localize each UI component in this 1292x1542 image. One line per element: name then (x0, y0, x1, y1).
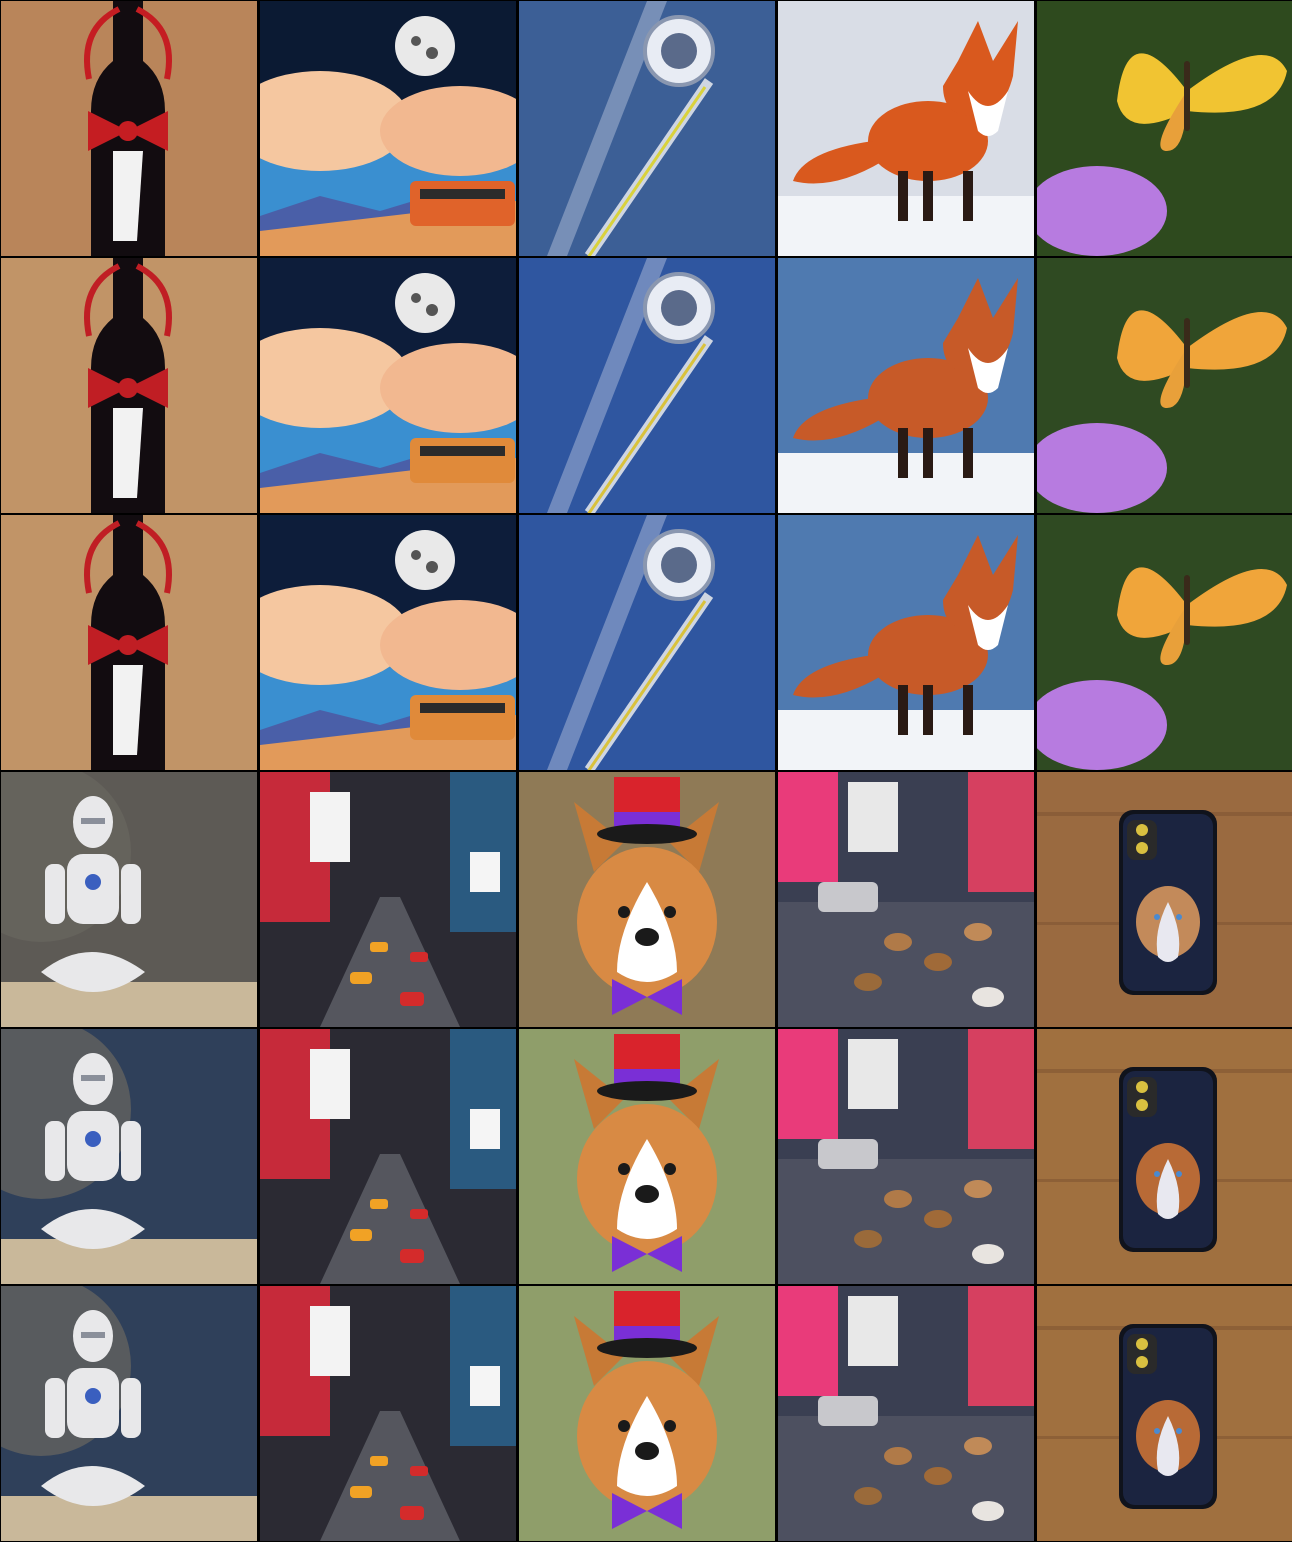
grid-image-red-fox-in-snow (778, 1, 1034, 256)
grid-image-train-under-moon-and-clouds (260, 1, 516, 256)
corgi-icon (519, 1286, 775, 1541)
grid-image-robot-sitting-in-forest (1, 1029, 257, 1284)
train-icon (260, 1, 516, 256)
grid-image-space-station-tower (519, 258, 775, 513)
wine-bottle-icon (1, 1, 257, 256)
space-station-icon (519, 515, 775, 770)
space-station-icon (519, 258, 775, 513)
grid-image-crowd-of-dogs-in-city-street (778, 1286, 1034, 1541)
train-icon (260, 515, 516, 770)
grid-image-red-fox-in-snow (778, 258, 1034, 513)
fox-icon (778, 258, 1034, 513)
grid-image-corgi-with-top-hat-and-bow-tie (519, 1286, 775, 1541)
train-icon (260, 258, 516, 513)
grid-image-robot-sitting-on-rock (1, 772, 257, 1027)
grid-image-butterfly-on-purple-flower (1037, 258, 1292, 513)
corgi-icon (519, 1029, 775, 1284)
image-grid (0, 0, 1292, 1542)
phone-case-icon (1037, 1286, 1292, 1541)
wine-bottle-icon (1, 258, 257, 513)
grid-image-butterfly-on-purple-flower (1037, 515, 1292, 770)
wine-bottle-icon (1, 515, 257, 770)
grid-image-wine-bottle-with-red-bow (1, 515, 257, 770)
grid-image-phone-case-with-dog-portrait (1037, 1286, 1292, 1541)
city-street-icon (260, 772, 516, 1027)
grid-image-red-fox-in-snow (778, 515, 1034, 770)
fox-icon (778, 1, 1034, 256)
dogs-crowd-icon (778, 1286, 1034, 1541)
robot-icon (1, 1286, 257, 1541)
city-street-icon (260, 1286, 516, 1541)
butterfly-icon (1037, 258, 1292, 513)
grid-image-phone-case-with-dog-portrait (1037, 772, 1292, 1027)
grid-image-corgi-with-top-hat-and-bow-tie (519, 772, 775, 1027)
dogs-crowd-icon (778, 772, 1034, 1027)
city-street-icon (260, 1029, 516, 1284)
grid-image-city-street-with-billboards (260, 1286, 516, 1541)
dogs-crowd-icon (778, 1029, 1034, 1284)
robot-icon (1, 772, 257, 1027)
grid-image-wine-bottle-with-red-bow (1, 1, 257, 256)
grid-image-crowd-of-dogs-in-city-street (778, 772, 1034, 1027)
grid-image-train-under-moon-and-clouds (260, 515, 516, 770)
grid-image-wine-bottle-with-red-bow (1, 258, 257, 513)
robot-icon (1, 1029, 257, 1284)
phone-case-icon (1037, 1029, 1292, 1284)
phone-case-icon (1037, 772, 1292, 1027)
grid-image-space-station-tower (519, 515, 775, 770)
butterfly-icon (1037, 515, 1292, 770)
grid-image-city-street-with-billboards (260, 772, 516, 1027)
space-station-icon (519, 1, 775, 256)
grid-image-crowd-of-dogs-in-city-street (778, 1029, 1034, 1284)
grid-image-corgi-with-top-hat-and-bow-tie (519, 1029, 775, 1284)
fox-icon (778, 515, 1034, 770)
grid-image-train-under-moon-and-clouds (260, 258, 516, 513)
butterfly-icon (1037, 1, 1292, 256)
grid-image-phone-case-with-dog-portrait (1037, 1029, 1292, 1284)
grid-image-city-street-with-billboards (260, 1029, 516, 1284)
corgi-icon (519, 772, 775, 1027)
grid-image-space-station-tower (519, 1, 775, 256)
grid-image-butterfly-on-purple-flower (1037, 1, 1292, 256)
grid-image-robot-sitting-in-forest (1, 1286, 257, 1541)
